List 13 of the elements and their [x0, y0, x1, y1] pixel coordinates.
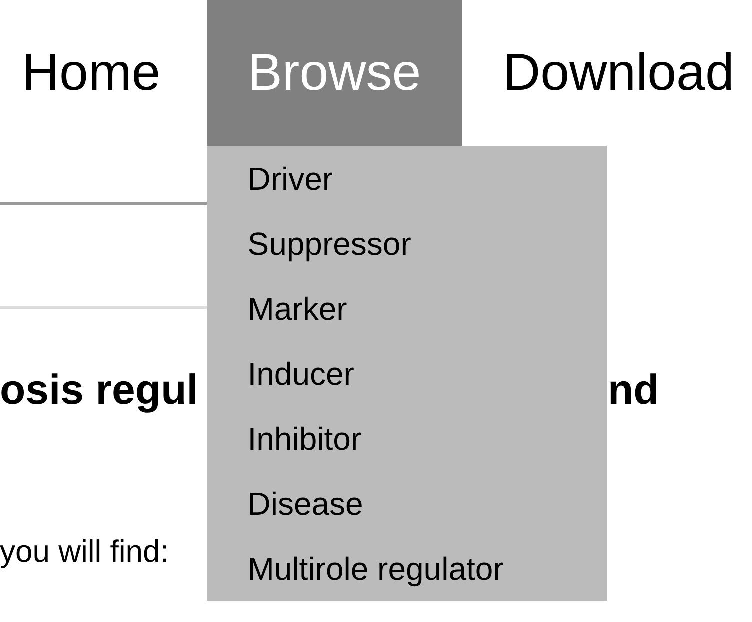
menu-item[interactable]: Disease: [248, 484, 364, 524]
intro-text: you will find:: [0, 533, 169, 571]
menu-item[interactable]: Suppressor: [248, 224, 412, 264]
menu-item[interactable]: Marker: [248, 288, 348, 328]
menu-item[interactable]: Driver: [248, 158, 334, 198]
page-heading: osis regul: [0, 365, 198, 415]
nav-tab[interactable]: Browse: [206, 0, 462, 146]
menu-item[interactable]: Multirole regulator: [248, 548, 504, 588]
nav-tab[interactable]: Home: [0, 0, 207, 146]
menu-item[interactable]: Inhibitor: [248, 418, 362, 458]
menu-item[interactable]: Inducer: [248, 354, 354, 394]
nav-tab[interactable]: Download: [462, 0, 752, 146]
page-heading: nd: [608, 365, 660, 415]
